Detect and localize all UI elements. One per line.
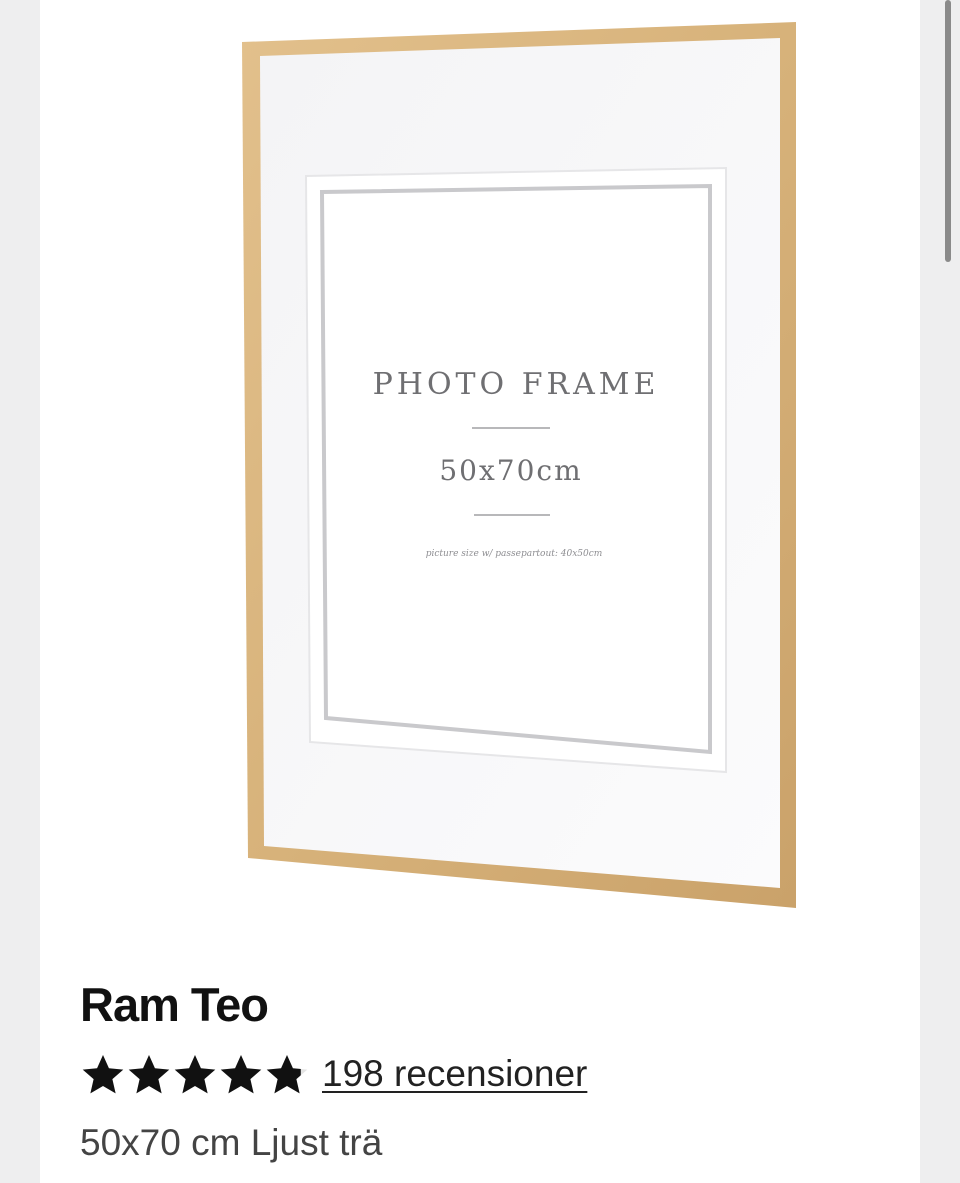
star-rating <box>80 1052 310 1096</box>
frame-label-title: PHOTO FRAME <box>373 367 660 402</box>
frame-label-note: picture size w/ passepartout: 40x50cm <box>426 549 603 559</box>
frame-label-size: 50x70cm <box>439 454 582 487</box>
star-icon <box>174 1055 216 1094</box>
star-icon <box>266 1055 308 1094</box>
reviews-link[interactable]: 198 recensioner <box>322 1053 587 1095</box>
star-icon <box>220 1055 262 1094</box>
product-image[interactable]: PHOTO FRAME 50x70cm picture size w/ pass… <box>180 0 820 930</box>
product-card: PHOTO FRAME 50x70cm picture size w/ pass… <box>40 0 920 1183</box>
star-icon <box>128 1055 170 1094</box>
product-title: Ram Teo <box>80 978 269 1031</box>
star-icon <box>82 1055 124 1094</box>
product-variant: 50x70 cm Ljust trä <box>80 1122 383 1163</box>
scrollbar[interactable] <box>945 0 951 262</box>
rating-row: 198 recensioner <box>80 1046 587 1102</box>
product-page: PHOTO FRAME 50x70cm picture size w/ pass… <box>0 0 960 1183</box>
photo-frame-image: PHOTO FRAME 50x70cm picture size w/ pass… <box>242 22 796 908</box>
